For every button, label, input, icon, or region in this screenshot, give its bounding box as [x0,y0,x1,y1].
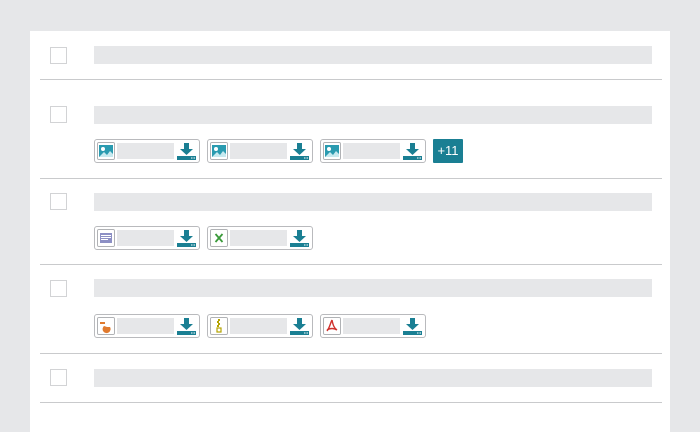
image-file-icon [210,142,228,160]
row-checkbox[interactable] [50,47,67,64]
title-placeholder [94,46,652,64]
file-name-placeholder [343,318,400,334]
row-divider [40,264,662,265]
download-icon[interactable] [176,229,197,248]
file-name-placeholder [343,143,400,159]
row-checkbox[interactable] [50,193,67,210]
attachment-chip[interactable] [94,226,200,250]
download-icon[interactable] [289,317,310,336]
zip-file-icon [210,317,228,335]
attachment-list [94,314,434,338]
title-placeholder [94,369,652,387]
attachment-chip[interactable] [94,139,200,163]
pdf-file-icon [323,317,341,335]
row-checkbox[interactable] [50,280,67,297]
attachment-chip[interactable] [207,226,313,250]
title-placeholder [94,279,652,297]
list-panel: +11 [30,31,670,432]
download-icon[interactable] [176,142,197,161]
title-placeholder [94,193,652,211]
download-icon[interactable] [176,317,197,336]
row-divider [40,178,662,179]
download-icon[interactable] [402,317,423,336]
document-file-icon [97,229,115,247]
download-icon[interactable] [402,142,423,161]
attachment-chip[interactable] [320,314,426,338]
file-name-placeholder [230,143,287,159]
attachment-chip[interactable] [207,139,313,163]
attachment-chip[interactable] [320,139,426,163]
row-checkbox[interactable] [50,369,67,386]
download-icon[interactable] [289,229,310,248]
row-checkbox[interactable] [50,106,67,123]
file-name-placeholder [117,318,174,334]
attachment-chip[interactable] [207,314,313,338]
attachment-list [94,226,314,250]
presentation-file-icon [97,317,115,335]
file-name-placeholder [117,143,174,159]
excel-file-icon [210,229,228,247]
image-file-icon [97,142,115,160]
row-divider [40,79,662,80]
attachment-list: +11 [94,139,464,163]
more-attachments-badge[interactable]: +11 [433,139,463,163]
row-divider [40,402,662,403]
image-file-icon [323,142,341,160]
attachment-chip[interactable] [94,314,200,338]
file-name-placeholder [230,230,287,246]
file-name-placeholder [230,318,287,334]
title-placeholder [94,106,652,124]
row-divider [40,353,662,354]
download-icon[interactable] [289,142,310,161]
file-name-placeholder [117,230,174,246]
